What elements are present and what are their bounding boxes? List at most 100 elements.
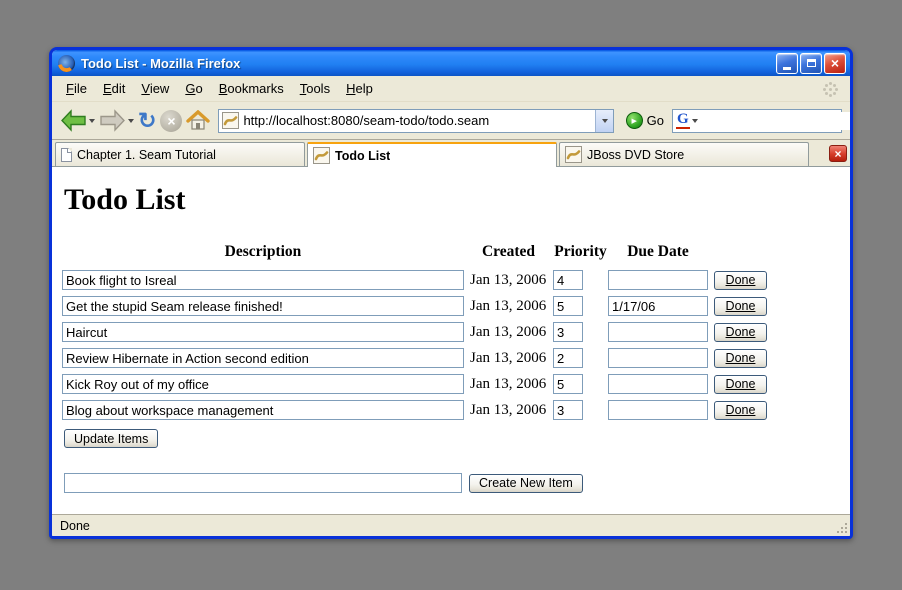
forward-arrow-icon bbox=[99, 109, 126, 132]
due-date-input[interactable] bbox=[608, 374, 708, 394]
minimize-button[interactable] bbox=[776, 53, 798, 74]
reload-button[interactable]: ↻ bbox=[138, 106, 156, 136]
menu-item-view[interactable]: View bbox=[133, 78, 177, 99]
due-date-input[interactable] bbox=[608, 322, 708, 342]
resize-grip[interactable] bbox=[835, 521, 847, 533]
create-new-item-button[interactable]: Create New Item bbox=[469, 474, 583, 493]
done-button[interactable]: Done bbox=[714, 323, 767, 342]
stop-button[interactable]: × bbox=[160, 106, 182, 136]
address-bar[interactable] bbox=[218, 109, 613, 133]
tab-label: JBoss DVD Store bbox=[587, 148, 684, 162]
window-title: Todo List - Mozilla Firefox bbox=[81, 56, 776, 71]
close-tab-button[interactable]: × bbox=[829, 145, 847, 162]
search-box[interactable]: G bbox=[672, 109, 842, 133]
site-favicon bbox=[222, 112, 239, 129]
table-header-row: Description Created Priority Due Date bbox=[62, 241, 840, 263]
update-items-button[interactable]: Update Items bbox=[64, 429, 158, 448]
menu-item-help[interactable]: Help bbox=[338, 78, 381, 99]
close-icon: × bbox=[834, 148, 841, 160]
new-item-input[interactable] bbox=[64, 473, 462, 493]
close-icon: × bbox=[831, 56, 839, 70]
google-icon: G bbox=[676, 112, 690, 129]
status-bar: Done bbox=[52, 514, 850, 536]
close-button[interactable]: × bbox=[824, 53, 846, 74]
browser-window: Todo List - Mozilla Firefox × File Edit … bbox=[49, 47, 853, 539]
navigation-toolbar: ↻ × ▶ Go G bbox=[52, 102, 850, 140]
maximize-button[interactable] bbox=[800, 53, 822, 74]
table-row: Jan 13, 2006 Done bbox=[62, 267, 840, 293]
table-row: Jan 13, 2006 Done bbox=[62, 293, 840, 319]
priority-input[interactable] bbox=[553, 270, 583, 290]
description-input[interactable] bbox=[62, 270, 464, 290]
firefox-icon bbox=[58, 55, 75, 72]
tab-label: Chapter 1. Seam Tutorial bbox=[77, 148, 216, 162]
description-input[interactable] bbox=[62, 400, 464, 420]
created-date: Jan 13, 2006 bbox=[464, 350, 553, 367]
due-date-input[interactable] bbox=[608, 348, 708, 368]
done-button[interactable]: Done bbox=[714, 401, 767, 420]
due-date-input[interactable] bbox=[608, 270, 708, 290]
page-icon bbox=[61, 148, 72, 162]
go-label: Go bbox=[647, 113, 664, 128]
stop-icon: × bbox=[160, 110, 182, 132]
title-bar[interactable]: Todo List - Mozilla Firefox × bbox=[52, 50, 850, 76]
back-dropdown-icon[interactable] bbox=[89, 119, 95, 123]
column-header-description: Description bbox=[62, 243, 464, 261]
done-button[interactable]: Done bbox=[714, 375, 767, 394]
tab-strip: Chapter 1. Seam Tutorial Todo List JBoss… bbox=[52, 140, 850, 167]
created-date: Jan 13, 2006 bbox=[464, 324, 553, 341]
search-input[interactable] bbox=[698, 112, 853, 130]
column-header-priority: Priority bbox=[553, 243, 608, 261]
table-row: Jan 13, 2006 Done bbox=[62, 397, 840, 423]
menu-item-bookmarks[interactable]: Bookmarks bbox=[211, 78, 292, 99]
maximize-icon bbox=[807, 59, 816, 67]
back-button[interactable] bbox=[60, 106, 95, 136]
table-row: Jan 13, 2006 Done bbox=[62, 319, 840, 345]
created-date: Jan 13, 2006 bbox=[464, 298, 553, 315]
address-dropdown-button[interactable] bbox=[595, 110, 613, 132]
due-date-input[interactable] bbox=[608, 296, 708, 316]
forward-dropdown-icon[interactable] bbox=[128, 119, 134, 123]
created-date: Jan 13, 2006 bbox=[464, 376, 553, 393]
forward-button[interactable] bbox=[99, 106, 134, 136]
column-header-due-date: Due Date bbox=[608, 243, 708, 261]
menu-bar: File Edit View Go Bookmarks Tools Help bbox=[52, 76, 850, 102]
seam-favicon bbox=[565, 146, 582, 163]
status-text: Done bbox=[60, 519, 90, 533]
todo-table: Jan 13, 2006 Done Jan 13, 2006 Done Jan … bbox=[62, 267, 840, 423]
priority-input[interactable] bbox=[553, 374, 583, 394]
table-row: Jan 13, 2006 Done bbox=[62, 345, 840, 371]
tab-label: Todo List bbox=[335, 149, 390, 163]
priority-input[interactable] bbox=[553, 348, 583, 368]
done-button[interactable]: Done bbox=[714, 349, 767, 368]
description-input[interactable] bbox=[62, 348, 464, 368]
activity-throbber-icon bbox=[820, 79, 840, 99]
tab-seam-tutorial[interactable]: Chapter 1. Seam Tutorial bbox=[55, 142, 305, 166]
minimize-icon bbox=[783, 67, 791, 70]
menu-item-edit[interactable]: Edit bbox=[95, 78, 133, 99]
tab-todo-list[interactable]: Todo List bbox=[307, 142, 557, 167]
reload-icon: ↻ bbox=[138, 110, 156, 132]
browser-content: Todo List Description Created Priority D… bbox=[52, 167, 850, 514]
due-date-input[interactable] bbox=[608, 400, 708, 420]
menu-item-file[interactable]: File bbox=[58, 78, 95, 99]
priority-input[interactable] bbox=[553, 296, 583, 316]
description-input[interactable] bbox=[62, 322, 464, 342]
priority-input[interactable] bbox=[553, 400, 583, 420]
page-title: Todo List bbox=[64, 183, 840, 217]
priority-input[interactable] bbox=[553, 322, 583, 342]
table-row: Jan 13, 2006 Done bbox=[62, 371, 840, 397]
home-icon bbox=[186, 110, 210, 132]
tab-jboss-dvd-store[interactable]: JBoss DVD Store bbox=[559, 142, 809, 166]
address-input[interactable] bbox=[243, 111, 594, 131]
seam-favicon bbox=[313, 147, 330, 164]
new-item-row: Create New Item bbox=[64, 473, 840, 493]
menu-item-tools[interactable]: Tools bbox=[292, 78, 338, 99]
done-button[interactable]: Done bbox=[714, 297, 767, 316]
home-button[interactable] bbox=[186, 106, 210, 136]
description-input[interactable] bbox=[62, 374, 464, 394]
menu-item-go[interactable]: Go bbox=[177, 78, 210, 99]
description-input[interactable] bbox=[62, 296, 464, 316]
done-button[interactable]: Done bbox=[714, 271, 767, 290]
go-button[interactable]: ▶ Go bbox=[622, 112, 668, 129]
